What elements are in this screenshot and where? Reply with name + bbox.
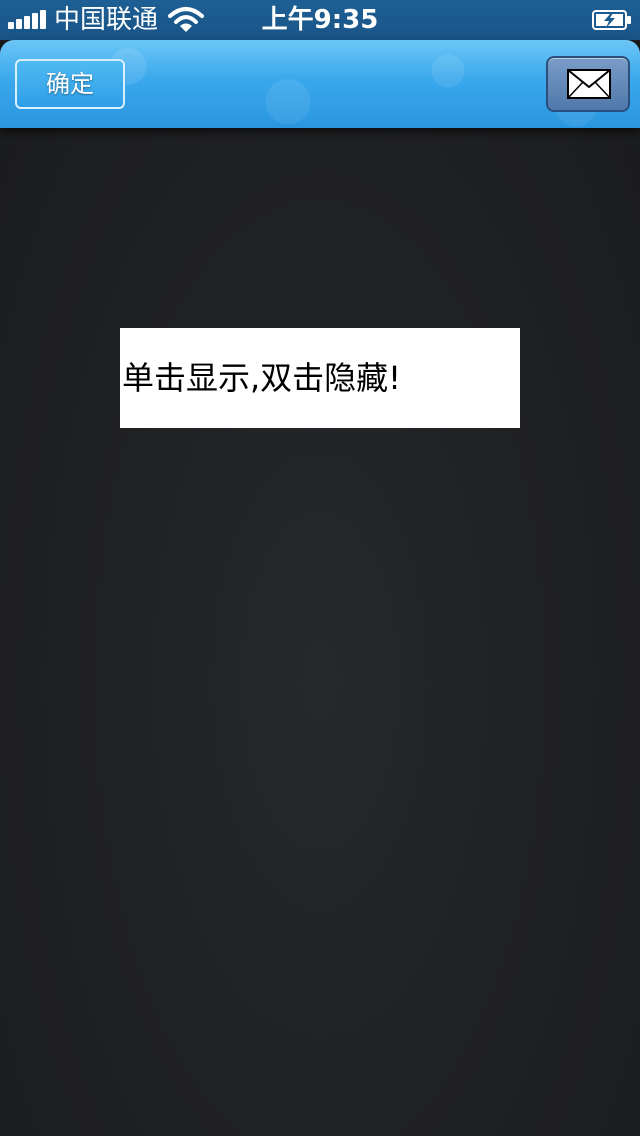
navigation-bar: 确定 [0,40,640,128]
app-screen: 中国联通 上午9:35 确定 单击显示,双击隐藏! [0,0,640,1136]
envelope-icon [567,69,611,99]
status-time: 上午9:35 [261,5,379,35]
status-bar: 中国联通 上午9:35 [0,0,640,40]
mail-button[interactable] [546,56,630,112]
confirm-button[interactable]: 确定 [15,59,125,109]
battery-charging-icon [592,9,632,31]
toast-label[interactable]: 单击显示,双击隐藏! [120,328,520,428]
